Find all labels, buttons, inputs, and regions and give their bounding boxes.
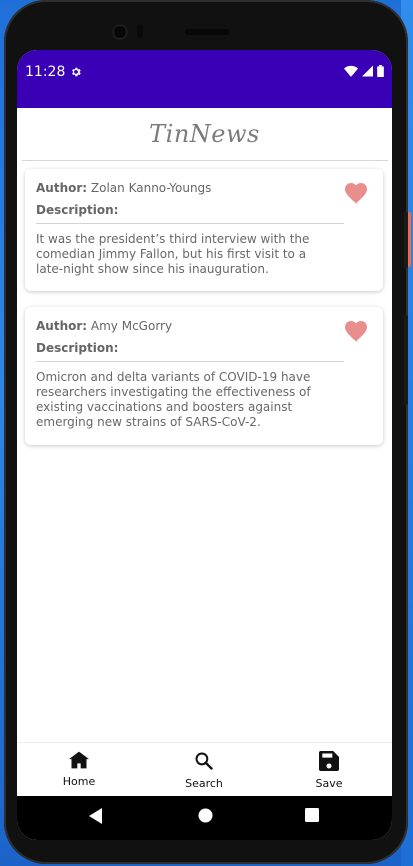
author-label: Author: <box>36 319 88 333</box>
description-label: Description: <box>36 203 119 217</box>
author-line: Author: Amy McGorry <box>36 319 172 333</box>
news-card[interactable]: Author: Amy McGorry Description: Omicron… <box>25 307 383 445</box>
card-divider <box>36 361 344 362</box>
proximity-sensor <box>137 24 143 38</box>
description-label: Description: <box>36 341 119 355</box>
signal-icon <box>362 65 373 77</box>
system-navigation-bar <box>17 796 392 840</box>
heart-icon[interactable] <box>345 183 369 205</box>
home-circle-icon[interactable] <box>198 808 213 823</box>
nav-home-label: Home <box>62 775 96 788</box>
front-camera <box>112 24 128 40</box>
author-name: Zolan Kanno-Youngs <box>90 181 212 195</box>
nav-search-label: Search <box>185 777 223 790</box>
home-icon <box>69 751 89 769</box>
battery-icon <box>377 65 384 77</box>
app-screen: 11:28 TinNews Author: Zolan Kanno-Youngs… <box>17 50 392 840</box>
author-label: Author: <box>36 181 88 195</box>
heart-icon[interactable] <box>345 321 369 343</box>
app-title: TinNews <box>149 120 260 148</box>
recents-icon[interactable] <box>305 808 319 822</box>
wifi-icon <box>344 65 358 77</box>
bottom-navigation: Home Search Save <box>17 742 392 797</box>
description-text: It was the president’s third interview w… <box>36 232 310 276</box>
search-icon <box>195 752 213 770</box>
nav-save-label: Save <box>315 777 343 790</box>
save-icon <box>319 751 339 771</box>
title-divider <box>22 160 388 161</box>
phone-frame: 11:28 TinNews Author: Zolan Kanno-Youngs… <box>4 0 408 864</box>
status-time: 11:28 <box>25 64 66 80</box>
author-name: Amy McGorry <box>90 319 173 333</box>
nav-save-button[interactable]: Save <box>299 751 359 793</box>
earpiece-speaker <box>185 29 229 35</box>
news-card[interactable]: Author: Zolan Kanno-Youngs Description: … <box>25 169 383 291</box>
description-text: Omicron and delta variants of COVID-19 h… <box>36 370 311 429</box>
power-button[interactable] <box>404 212 408 268</box>
settings-icon <box>72 67 81 77</box>
nav-search-button[interactable]: Search <box>174 751 234 793</box>
nav-home-button[interactable]: Home <box>49 751 109 793</box>
volume-button[interactable] <box>404 315 408 405</box>
status-bar: 11:28 <box>17 50 392 108</box>
author-line: Author: Zolan Kanno-Youngs <box>36 181 211 195</box>
back-icon[interactable] <box>89 808 102 824</box>
status-icons-group <box>344 65 384 77</box>
card-divider <box>36 223 344 224</box>
